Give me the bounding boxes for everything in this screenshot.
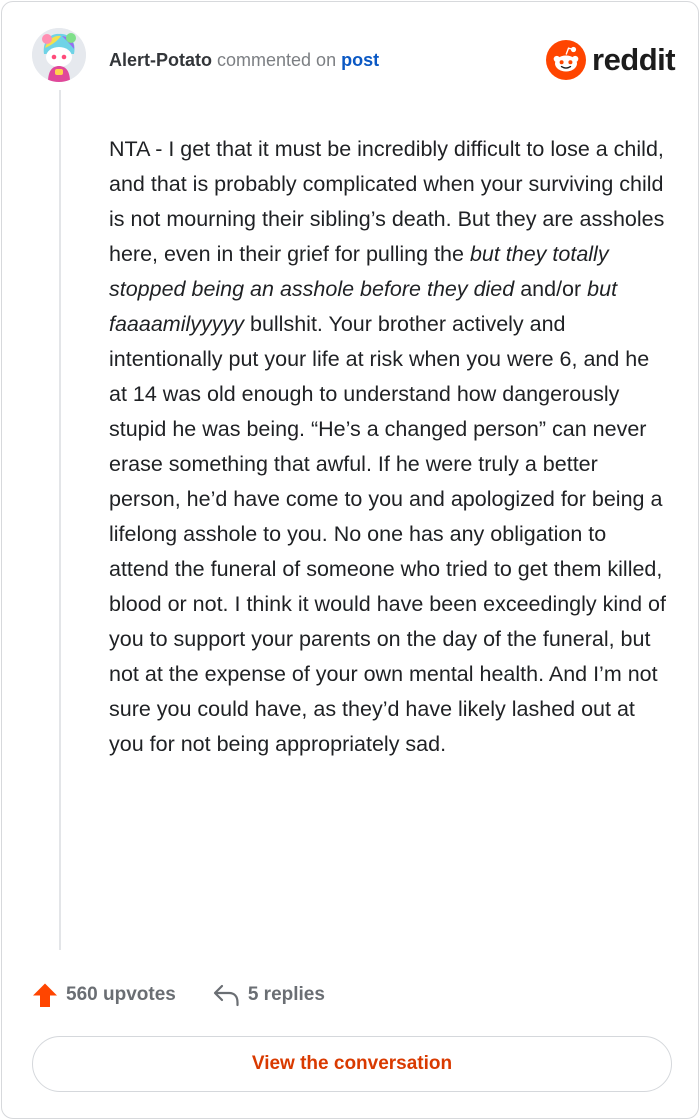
upvote-arrow-icon (33, 983, 57, 1007)
upvote-button[interactable]: 560 upvotes (32, 982, 176, 1008)
comment-header: Alert-Potato commented on post (109, 49, 379, 71)
comment-text-part: and/or (514, 277, 588, 301)
post-link[interactable]: post (341, 50, 379, 70)
username-link[interactable]: Alert-Potato (109, 50, 212, 70)
view-conversation-button[interactable]: View the conversation (32, 1036, 672, 1092)
reddit-wordmark: reddit (592, 42, 676, 77)
replies-button[interactable]: 5 replies (212, 983, 325, 1007)
thread-line (59, 90, 61, 950)
comment-text-part: bullshit. Your brother actively and inte… (109, 312, 666, 756)
reddit-brand[interactable]: reddit (546, 40, 676, 80)
reply-count: 5 replies (247, 984, 325, 1005)
comment-body: NTA - I get that it must be incredibly d… (109, 132, 669, 762)
reddit-logo-icon (546, 40, 586, 80)
snoo-avatar-icon (32, 28, 86, 82)
comment-actions: 560 upvotes 5 replies (32, 978, 325, 1012)
reply-arrow-icon (213, 984, 239, 1007)
user-avatar[interactable] (32, 28, 86, 82)
commented-on-text: commented on (217, 50, 337, 70)
comment-embed-card: Alert-Potato commented on post reddit NT… (1, 1, 699, 1119)
upvote-count: 560 upvotes (66, 984, 176, 1005)
